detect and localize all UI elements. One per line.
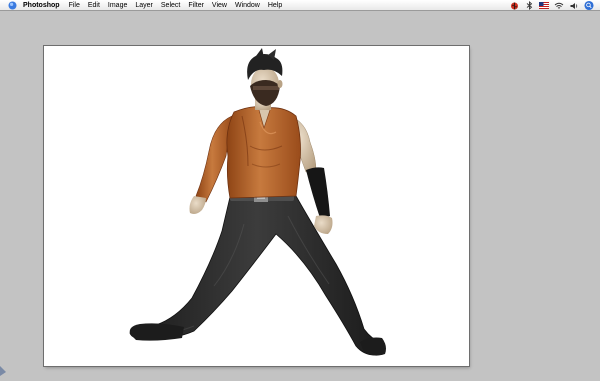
menu-file[interactable]: File xyxy=(69,2,80,9)
menu-image[interactable]: Image xyxy=(108,2,127,9)
menu-help[interactable]: Help xyxy=(268,2,282,9)
menu-select[interactable]: Select xyxy=(161,2,180,9)
app-menu-photoshop[interactable]: Photoshop xyxy=(23,2,60,9)
bottom-left-corner-icon xyxy=(0,363,8,376)
volume-icon[interactable] xyxy=(569,1,579,11)
document-canvas[interactable] xyxy=(44,46,469,366)
character-illustration xyxy=(129,48,386,356)
apple-menu-icon[interactable] xyxy=(8,1,17,10)
bluetooth-icon[interactable] xyxy=(524,1,534,11)
menu-window[interactable]: Window xyxy=(235,2,260,9)
menu-layer[interactable]: Layer xyxy=(135,2,153,9)
spotlight-icon[interactable] xyxy=(584,0,594,11)
menu-edit[interactable]: Edit xyxy=(88,2,100,9)
menu-extras xyxy=(504,0,594,11)
menu-bar: Photoshop File Edit Image Layer Select F… xyxy=(0,0,600,11)
us-flag-icon[interactable] xyxy=(539,1,549,11)
menu-filter[interactable]: Filter xyxy=(188,2,204,9)
wifi-icon[interactable] xyxy=(554,1,564,11)
ladybug-icon[interactable] xyxy=(509,1,519,11)
menu-view[interactable]: View xyxy=(212,2,227,9)
